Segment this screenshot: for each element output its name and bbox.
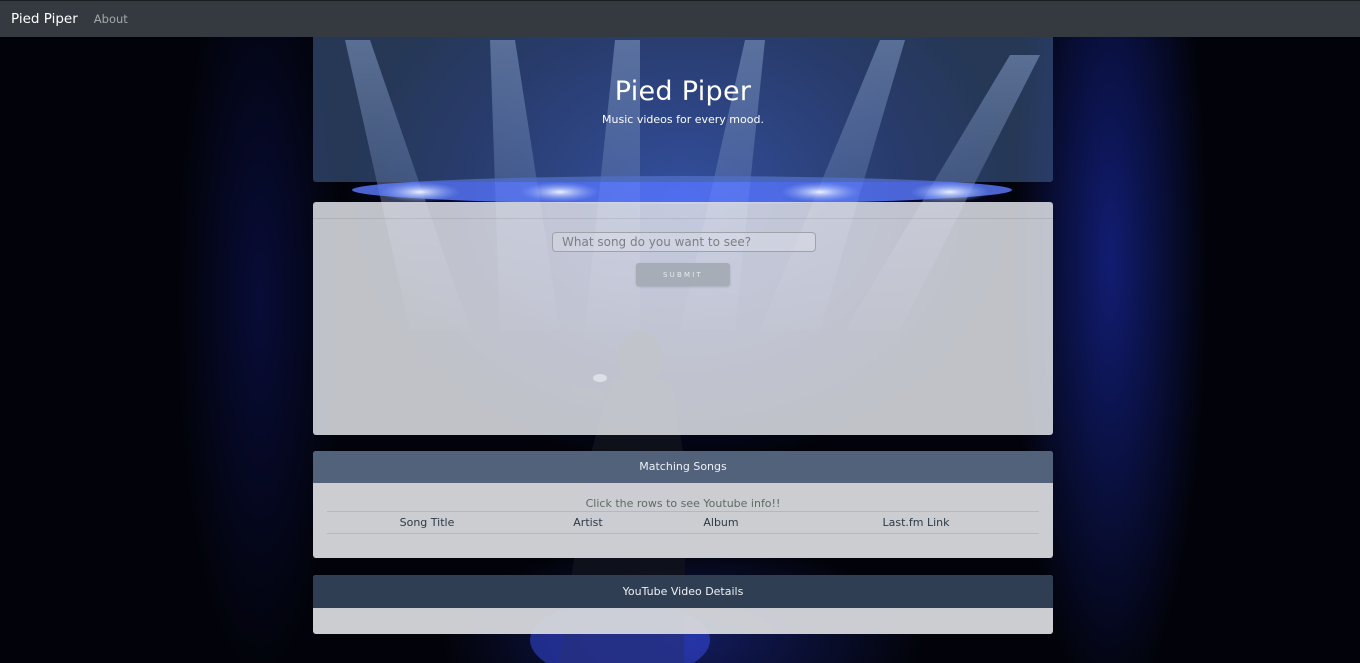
- matching-songs-header: Matching Songs: [313, 451, 1053, 483]
- youtube-details-header: YouTube Video Details: [313, 575, 1053, 608]
- column-header-artist[interactable]: Artist: [527, 511, 649, 534]
- submit-button[interactable]: Submit: [636, 263, 730, 286]
- youtube-details-card: YouTube Video Details: [313, 575, 1053, 634]
- divider: [313, 218, 1053, 219]
- matching-songs-card: Matching Songs Click the rows to see You…: [313, 451, 1053, 558]
- page-title: Pied Piper: [614, 76, 752, 107]
- table-header-row: Song Title Artist Album Last.fm Link: [327, 511, 1039, 534]
- brand-link[interactable]: Pied Piper: [11, 11, 78, 27]
- nav-link-about[interactable]: About: [94, 12, 128, 26]
- column-header-song-title[interactable]: Song Title: [327, 511, 527, 534]
- page-subtitle: Music videos for every mood.: [602, 113, 764, 126]
- results-hint: Click the rows to see Youtube info!!: [585, 497, 781, 510]
- jumbotron: Pied Piper Music videos for every mood.: [313, 37, 1053, 182]
- column-header-lastfm-link[interactable]: Last.fm Link: [793, 511, 1039, 534]
- column-header-album[interactable]: Album: [649, 511, 793, 534]
- song-search-input[interactable]: [552, 232, 816, 252]
- results-table: Song Title Artist Album Last.fm Link: [327, 511, 1039, 534]
- search-card: Submit: [313, 202, 1053, 435]
- navbar: Pied Piper About: [0, 0, 1360, 37]
